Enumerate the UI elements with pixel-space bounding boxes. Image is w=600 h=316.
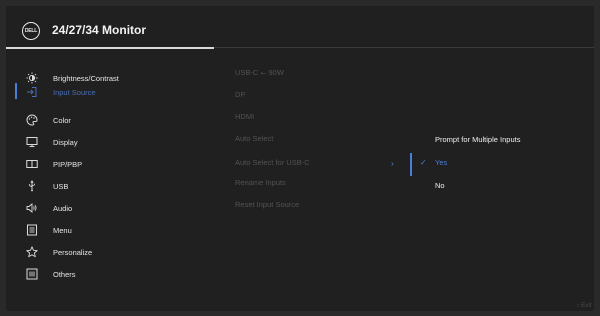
menu-icon [26, 224, 38, 236]
submenu-item-dp[interactable]: DP [235, 90, 245, 99]
menu-item-usb[interactable]: USB [6, 175, 206, 197]
audio-icon [26, 202, 38, 214]
selected-option-indicator [410, 153, 412, 176]
menu-item-label: Audio [53, 203, 73, 213]
header-divider-highlight [6, 47, 214, 49]
osd-header: DELL 24/27/34 Monitor [6, 6, 594, 48]
submenu-item-hdmi[interactable]: HDMI [235, 112, 254, 121]
dell-logo: DELL [22, 22, 40, 40]
checkmark-icon: ✓ [420, 158, 427, 167]
submenu-item-auto-select-usb-c[interactable]: Auto Select for USB-C [235, 158, 310, 167]
menu-item-color[interactable]: Color [6, 109, 206, 131]
option-no[interactable]: No [435, 181, 445, 190]
submenu-item-rename-inputs[interactable]: Rename Inputs [235, 178, 286, 187]
dell-logo-text: DELL [24, 28, 38, 34]
menu-item-label: PIP/PBP [53, 159, 83, 169]
chevron-right-icon: › [391, 159, 394, 168]
menu-item-audio[interactable]: Audio [6, 197, 206, 219]
menu-item-label: USB [53, 181, 69, 191]
option-yes[interactable]: Yes [435, 158, 447, 167]
submenu-item-usb-c[interactable]: USB-C ⭠ 90W [235, 68, 284, 78]
menu-item-menu[interactable]: Menu [6, 219, 206, 241]
menu-item-label: Display [53, 137, 78, 147]
pip-pbp-icon [26, 158, 38, 170]
option-prompt-multiple-inputs[interactable]: Prompt for Multiple Inputs [435, 135, 520, 144]
monitor-title: 24/27/34 Monitor [52, 23, 147, 37]
menu-item-personalize[interactable]: Personalize [6, 241, 206, 263]
usb-icon [26, 180, 38, 192]
star-icon [26, 246, 38, 258]
menu-item-label: Others [53, 269, 76, 279]
monitor-osd-panel: DELL 24/27/34 Monitor Brightness/Contras… [6, 6, 594, 311]
menu-item-label: Personalize [53, 247, 93, 257]
others-icon [26, 268, 38, 280]
color-palette-icon [26, 114, 38, 126]
menu-item-label: Color [53, 115, 71, 125]
exit-button[interactable]: ‹ Exit [577, 302, 592, 309]
menu-item-label: Input Source [53, 87, 96, 97]
menu-item-display[interactable]: Display [6, 131, 206, 153]
input-source-icon [26, 86, 38, 98]
header-divider [214, 47, 594, 48]
display-icon [26, 136, 38, 148]
submenu-item-reset-input-source[interactable]: Reset Input Source [235, 200, 299, 209]
submenu-item-auto-select[interactable]: Auto Select [235, 134, 273, 143]
menu-item-label: Menu [53, 225, 72, 235]
menu-item-input-source[interactable]: Input Source [6, 81, 206, 103]
menu-item-pip-pbp[interactable]: PIP/PBP [6, 153, 206, 175]
menu-item-others[interactable]: Others [6, 263, 206, 285]
